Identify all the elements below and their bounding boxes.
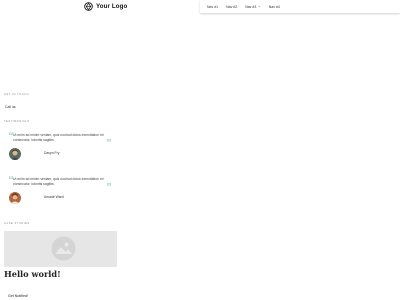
avatar xyxy=(9,192,21,204)
image-placeholder-icon xyxy=(51,236,76,261)
main-navigation: Nav #1 Nav #2 Nav #3 Nav #4 xyxy=(200,0,400,13)
call-us-text: Call us: xyxy=(5,105,17,109)
post-title[interactable]: Hello world! xyxy=(4,269,61,279)
testimonial-card: Ut enim ad minim veniam, quis nostrud do… xyxy=(4,131,116,163)
nav-item-2[interactable]: Nav #2 xyxy=(226,5,237,9)
section-label-get-in-touch: Get in touch xyxy=(4,93,30,96)
testimonial-author: Amadé Ward xyxy=(44,195,64,199)
nav-item-1[interactable]: Nav #1 xyxy=(207,5,218,9)
quote-close-icon xyxy=(107,139,111,142)
case-study-image[interactable] xyxy=(4,231,117,267)
nav-item-4[interactable]: Nav #4 xyxy=(269,5,280,9)
testimonial-card: Ut enim ad minim veniam, quis nostrud do… xyxy=(4,175,116,207)
testimonial-quote: Ut enim ad minim veniam, quis nostrud do… xyxy=(13,133,104,142)
testimonial-author: Davyn Fry xyxy=(44,151,60,155)
nav-item-label: Nav #4 xyxy=(268,4,280,9)
quote-close-icon xyxy=(107,183,111,186)
logo-mark-icon xyxy=(84,2,93,11)
logo-text: Your Logo xyxy=(96,3,128,10)
section-label-testimonials: Testimonials xyxy=(4,120,30,123)
get-notified-link[interactable]: Get Notified! xyxy=(8,294,28,298)
site-logo[interactable]: Your Logo xyxy=(84,2,127,11)
section-label-case-studies: Case studies xyxy=(4,222,30,225)
nav-item-label: Nav #1 xyxy=(207,4,219,9)
chevron-down-icon xyxy=(258,5,261,8)
nav-item-label: Nav #2 xyxy=(226,4,238,9)
testimonial-quote: Ut enim ad minim veniam, quis nostrud do… xyxy=(13,177,104,186)
nav-item-3-dropdown[interactable]: Nav #3 xyxy=(245,5,261,9)
nav-item-label: Nav #3 xyxy=(245,4,257,9)
avatar xyxy=(9,148,21,160)
